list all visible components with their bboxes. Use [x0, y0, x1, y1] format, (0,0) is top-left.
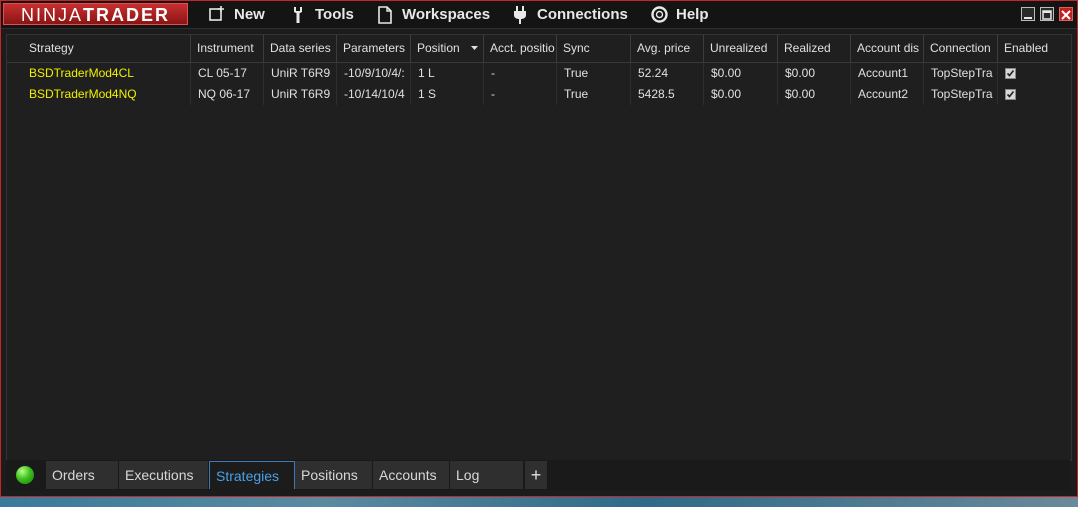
column-header-position[interactable]: Position — [411, 35, 484, 62]
cell-position: 1 S — [411, 84, 484, 105]
cell-enabled — [998, 84, 1071, 105]
column-header-strategy[interactable]: Strategy — [7, 35, 191, 62]
cell-connection: TopStepTra — [924, 84, 998, 105]
cell-strategy: BSDTraderMod4CL — [7, 63, 191, 84]
tab-bar: Orders Executions Strategies Positions A… — [6, 460, 1070, 490]
column-header-unrealized[interactable]: Unrealized — [704, 35, 778, 62]
column-header-enabled[interactable]: Enabled — [998, 35, 1071, 62]
menu-connections-label: Connections — [537, 6, 628, 23]
title-bar: NINJATRADER New Tools Workspaces Connect… — [1, 1, 1077, 29]
cell-unrealized: $0.00 — [704, 84, 778, 105]
cell-avg-price: 52.24 — [631, 63, 704, 84]
tab-log[interactable]: Log — [450, 461, 524, 489]
tab-strategies[interactable]: Strategies — [209, 461, 295, 489]
menu-tools-label: Tools — [315, 6, 354, 23]
checkmark-icon — [1006, 91, 1015, 98]
menu-help-label: Help — [676, 6, 709, 23]
cell-account: Account1 — [851, 63, 924, 84]
cell-acct-position: - — [484, 84, 557, 105]
control-center-window: NINJATRADER New Tools Workspaces Connect… — [0, 0, 1078, 497]
column-header-acct-position[interactable]: Acct. positio — [484, 35, 557, 62]
cell-unrealized: $0.00 — [704, 63, 778, 84]
menu-workspaces[interactable]: Workspaces — [377, 1, 492, 28]
column-header-parameters[interactable]: Parameters — [337, 35, 411, 62]
maximize-button[interactable] — [1040, 7, 1054, 21]
cell-instrument: CL 05-17 — [191, 63, 264, 84]
document-icon — [378, 6, 392, 24]
enabled-checkbox[interactable] — [1005, 68, 1016, 79]
maximize-icon — [1042, 10, 1052, 20]
column-header-position-label: Position — [417, 41, 460, 55]
cell-connection: TopStepTra — [924, 63, 998, 84]
cell-realized: $0.00 — [778, 84, 851, 105]
cell-parameters: -10/14/10/4 — [337, 84, 411, 105]
menu-new-label: New — [234, 6, 265, 23]
enabled-checkbox[interactable] — [1005, 89, 1016, 100]
ninjatrader-logo: NINJATRADER — [3, 3, 188, 25]
cell-instrument: NQ 06-17 — [191, 84, 264, 105]
wrench-icon — [294, 7, 302, 23]
logo-text-light: NINJA — [20, 5, 83, 25]
sort-descending-icon — [471, 46, 478, 50]
cell-parameters: -10/9/10/4/: — [337, 63, 411, 84]
column-header-data-series[interactable]: Data series — [264, 35, 337, 62]
cell-enabled — [998, 63, 1071, 84]
checkmark-icon — [1006, 70, 1015, 77]
menu-connections[interactable]: Connections — [512, 1, 632, 28]
cell-acct-position: - — [484, 63, 557, 84]
menu-help[interactable]: Help — [651, 1, 716, 28]
minimize-button[interactable] — [1021, 7, 1035, 21]
tab-orders[interactable]: Orders — [46, 461, 119, 489]
connection-status-indicator — [16, 466, 34, 484]
cell-realized: $0.00 — [778, 63, 851, 84]
menu-new[interactable]: New — [209, 1, 269, 28]
menu-workspaces-label: Workspaces — [402, 6, 491, 23]
close-icon — [1061, 10, 1071, 20]
strategies-grid: Strategy Instrument Data series Paramete… — [6, 34, 1072, 461]
cell-sync: True — [557, 84, 631, 105]
close-button[interactable] — [1059, 7, 1073, 21]
cell-position: 1 L — [411, 63, 484, 84]
logo-text-bold: TRADER — [83, 5, 170, 25]
desktop-background — [0, 497, 1078, 507]
lifebuoy-icon — [651, 6, 668, 23]
column-header-realized[interactable]: Realized — [778, 35, 851, 62]
column-header-sync[interactable]: Sync — [557, 35, 631, 62]
column-header-instrument[interactable]: Instrument — [191, 35, 264, 62]
minimize-icon — [1024, 17, 1032, 19]
cell-data-series: UniR T6R9 — [264, 63, 337, 84]
plug-icon — [514, 6, 526, 24]
tab-positions[interactable]: Positions — [295, 461, 373, 489]
column-header-connection[interactable]: Connection — [924, 35, 998, 62]
column-header-avg-price[interactable]: Avg. price — [631, 35, 704, 62]
tab-executions[interactable]: Executions — [119, 461, 209, 489]
menu-tools[interactable]: Tools — [290, 1, 360, 28]
grid-header: Strategy Instrument Data series Paramete… — [7, 35, 1071, 63]
cell-avg-price: 5428.5 — [631, 84, 704, 105]
new-window-icon — [209, 6, 224, 21]
table-row[interactable]: BSDTraderMod4NQ NQ 06-17 UniR T6R9 -10/1… — [7, 84, 1071, 105]
tab-accounts[interactable]: Accounts — [373, 461, 450, 489]
cell-data-series: UniR T6R9 — [264, 84, 337, 105]
table-row[interactable]: BSDTraderMod4CL CL 05-17 UniR T6R9 -10/9… — [7, 63, 1071, 84]
column-header-account[interactable]: Account dis — [851, 35, 924, 62]
cell-sync: True — [557, 63, 631, 84]
cell-strategy: BSDTraderMod4NQ — [7, 84, 191, 105]
add-tab-button[interactable]: + — [525, 461, 547, 489]
cell-account: Account2 — [851, 84, 924, 105]
